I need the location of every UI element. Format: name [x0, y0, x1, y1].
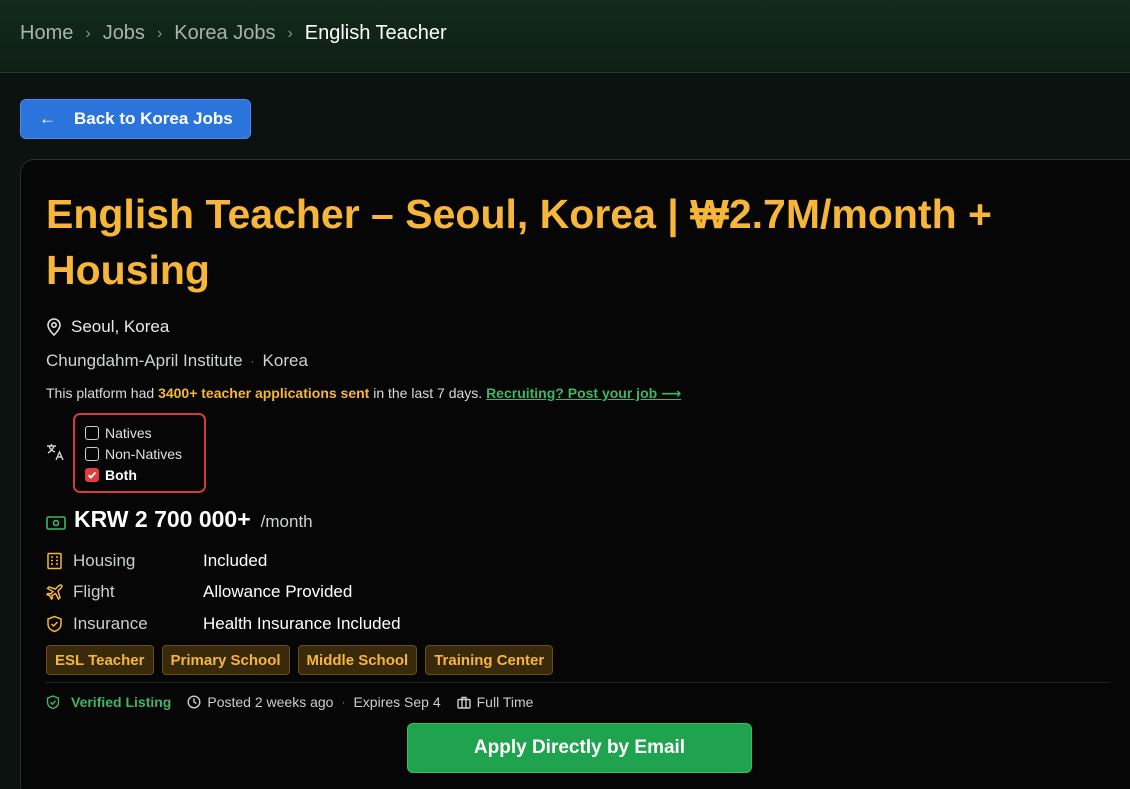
benefit-housing: Housing Included — [46, 551, 267, 571]
company-name: Chungdahm-April Institute — [46, 351, 243, 370]
post-job-link[interactable]: Recruiting? Post your job ⟶ — [486, 385, 681, 401]
posted-text: Posted 2 weeks ago — [207, 694, 334, 710]
listing-meta: Verified Listing Posted 2 weeks ago · Ex… — [46, 694, 533, 710]
salary: KRW 2 700 000+ /month — [46, 506, 313, 533]
shield-check-icon — [47, 615, 62, 633]
benefit-value: Health Insurance Included — [203, 614, 401, 633]
company-line: Chungdahm-April Institute · Korea — [46, 351, 308, 371]
tag-list: ESL Teacher Primary School Middle School… — [46, 645, 561, 675]
job-location: Seoul, Korea — [46, 317, 169, 337]
tag-esl-teacher[interactable]: ESL Teacher — [46, 645, 154, 675]
checkbox-both[interactable] — [85, 467, 99, 482]
separator-dot: · — [341, 695, 346, 709]
benefit-value: Included — [203, 551, 268, 570]
language-requirement-box: Natives Non-Natives Both — [73, 413, 206, 493]
salary-period: /month — [260, 512, 313, 531]
benefit-label: Flight — [73, 582, 115, 601]
location-text: Seoul, Korea — [71, 317, 170, 336]
benefit-label: Insurance — [73, 614, 148, 633]
verified-listing-badge: Verified Listing — [71, 694, 172, 710]
shield-check-icon — [46, 694, 60, 709]
platform-prefix: This platform had — [46, 385, 159, 401]
option-non-natives[interactable]: Non-Natives — [85, 443, 204, 464]
option-label: Both — [105, 466, 137, 483]
top-bar: Home › Jobs › Korea Jobs › English Teach… — [0, 0, 1130, 73]
option-both[interactable]: Both — [85, 464, 204, 485]
separator-dot: · — [250, 354, 255, 368]
checkbox-natives[interactable] — [85, 425, 99, 440]
building-icon — [47, 552, 62, 570]
tag-middle-school[interactable]: Middle School — [297, 645, 418, 675]
salary-amount: KRW 2 700 000+ — [74, 506, 251, 532]
benefit-flight: Flight Allowance Provided — [46, 582, 352, 602]
option-label: Non-Natives — [105, 445, 183, 462]
breadcrumb-jobs[interactable]: Jobs — [103, 22, 145, 45]
breadcrumb-current: English Teacher — [304, 22, 447, 44]
check-icon — [87, 471, 97, 479]
chevron-right-icon: › — [156, 24, 163, 42]
option-label: Natives — [105, 424, 152, 441]
divider — [46, 682, 1110, 683]
back-to-korea-jobs-button[interactable]: ← Back to Korea Jobs — [20, 99, 251, 139]
arrow-left-icon: ← — [39, 109, 56, 128]
breadcrumb-home[interactable]: Home — [20, 22, 73, 45]
map-pin-icon — [47, 318, 61, 336]
expires-text: Expires Sep 4 — [353, 694, 441, 710]
back-button-label: Back to Korea Jobs — [74, 109, 233, 128]
company-country: Korea — [262, 351, 308, 370]
job-type: Full Time — [456, 694, 534, 710]
platform-highlight: 3400+ teacher applications sent — [158, 385, 370, 401]
checkbox-non-natives[interactable] — [85, 446, 99, 461]
benefit-label: Housing — [73, 551, 136, 570]
benefit-insurance: Insurance Health Insurance Included — [46, 614, 401, 634]
chevron-right-icon: › — [287, 24, 293, 42]
job-title: English Teacher – Seoul, Korea | ₩2.7M/m… — [46, 191, 992, 293]
apply-by-email-button[interactable]: Apply Directly by Email — [407, 723, 752, 773]
briefcase-icon — [456, 696, 471, 709]
translate-icon — [47, 444, 64, 461]
cash-icon — [46, 516, 66, 530]
posted-date: Posted 2 weeks ago — [187, 694, 333, 710]
plane-icon — [46, 583, 63, 600]
benefit-value: Allowance Provided — [203, 582, 353, 601]
option-natives[interactable]: Natives — [85, 422, 204, 443]
chevron-right-icon: › — [85, 24, 91, 42]
platform-suffix: in the last 7 days. — [369, 385, 487, 401]
tag-training-center[interactable]: Training Center — [425, 645, 554, 675]
tag-primary-school[interactable]: Primary School — [161, 645, 290, 675]
clock-icon — [187, 695, 201, 709]
job-type-text: Full Time — [476, 694, 534, 710]
platform-stats: This platform had 3400+ teacher applicat… — [46, 385, 681, 402]
breadcrumb-korea-jobs[interactable]: Korea Jobs — [174, 22, 275, 45]
breadcrumb: Home › Jobs › Korea Jobs › English Teach… — [20, 22, 447, 45]
